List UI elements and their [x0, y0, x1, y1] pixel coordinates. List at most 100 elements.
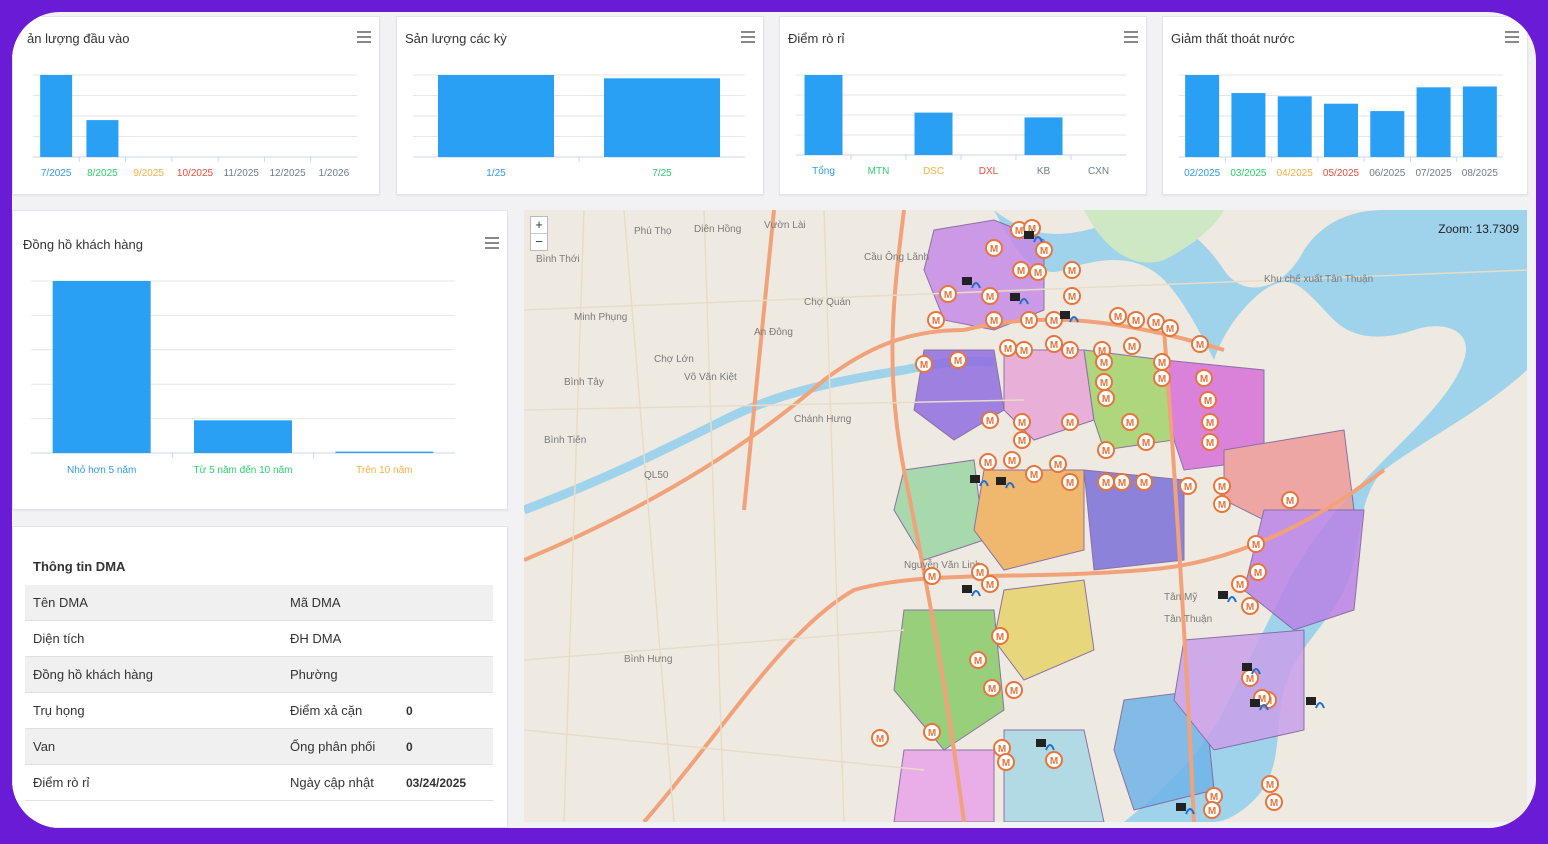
meter-marker-icon[interactable]: M	[1179, 477, 1197, 495]
meter-marker-icon[interactable]: M	[1123, 337, 1141, 355]
meter-marker-icon[interactable]: M	[1261, 775, 1279, 793]
meter-marker-icon[interactable]: M	[1249, 563, 1267, 581]
chart-bar[interactable]	[604, 78, 720, 157]
hamburger-menu-icon[interactable]	[741, 31, 755, 43]
meter-marker-icon[interactable]: M	[1199, 391, 1217, 409]
meter-marker-icon[interactable]: M	[1213, 477, 1231, 495]
meter-marker-icon[interactable]: M	[1013, 431, 1031, 449]
chart-bar[interactable]	[804, 75, 843, 155]
meter-marker-icon[interactable]: M	[1063, 261, 1081, 279]
meter-marker-icon[interactable]: M	[1003, 451, 1021, 469]
meter-marker-icon[interactable]: M	[979, 453, 997, 471]
meter-marker-icon[interactable]: M	[1109, 307, 1127, 325]
meter-marker-icon[interactable]: M	[1265, 793, 1283, 811]
chart-bar[interactable]	[40, 75, 73, 157]
chart-bar[interactable]	[1277, 96, 1312, 157]
meter-marker-icon[interactable]: M	[1061, 413, 1079, 431]
meter-marker-icon[interactable]: M	[1005, 681, 1023, 699]
meter-marker-icon[interactable]: M	[1045, 311, 1063, 329]
meter-marker-icon[interactable]: M	[1231, 575, 1249, 593]
meter-marker-icon[interactable]: M	[1137, 433, 1155, 451]
hamburger-menu-icon[interactable]	[357, 31, 371, 43]
meter-marker-icon[interactable]: M	[1061, 341, 1079, 359]
meter-marker-icon[interactable]: M	[1035, 241, 1053, 259]
meter-marker-icon[interactable]: M	[991, 627, 1009, 645]
meter-marker-icon[interactable]: M	[1161, 319, 1179, 337]
meter-marker-icon[interactable]: M	[999, 339, 1017, 357]
meter-marker-icon[interactable]: M	[1095, 353, 1113, 371]
meter-marker-icon[interactable]: M	[1241, 669, 1259, 687]
meter-marker-icon[interactable]: M	[1201, 433, 1219, 451]
zoom-in-button[interactable]: +	[531, 217, 547, 234]
meter-marker-icon[interactable]: M	[997, 753, 1015, 771]
meter-marker-icon[interactable]: M	[1195, 369, 1213, 387]
meter-marker-icon[interactable]: M	[923, 567, 941, 585]
meter-marker-icon[interactable]: M	[1097, 441, 1115, 459]
zoom-out-button[interactable]: −	[531, 234, 547, 250]
meter-marker-icon[interactable]: M	[1025, 465, 1043, 483]
pump-station-icon[interactable]	[1218, 591, 1237, 603]
chart-bar[interactable]	[1231, 93, 1266, 157]
meter-marker-icon[interactable]: M	[969, 651, 987, 669]
meter-marker-icon[interactable]: M	[1029, 263, 1047, 281]
chart-bar[interactable]	[914, 112, 953, 155]
chart-bar[interactable]	[52, 281, 151, 453]
chart-bar[interactable]	[1024, 117, 1063, 155]
chart-bar[interactable]	[194, 420, 292, 453]
meter-marker-icon[interactable]: M	[1061, 473, 1079, 491]
meter-marker-icon[interactable]: M	[1045, 335, 1063, 353]
meter-marker-icon[interactable]: M	[981, 575, 999, 593]
meter-marker-icon[interactable]: M	[1049, 455, 1067, 473]
meter-marker-icon[interactable]: M	[983, 679, 1001, 697]
meter-marker-icon[interactable]: M	[1020, 311, 1038, 329]
meter-marker-icon[interactable]: M	[1113, 473, 1131, 491]
dma-zones[interactable]	[893, 219, 1365, 822]
meter-marker-icon[interactable]: M	[1241, 597, 1259, 615]
pump-station-icon[interactable]	[1306, 697, 1325, 709]
chart-bar[interactable]	[1185, 75, 1220, 157]
meter-marker-icon[interactable]: M	[1153, 353, 1171, 371]
meter-marker-icon[interactable]: M	[1247, 535, 1265, 553]
hamburger-menu-icon[interactable]	[485, 237, 499, 249]
meter-marker-icon[interactable]: M	[1095, 373, 1113, 391]
meter-marker-icon[interactable]: M	[923, 723, 941, 741]
meter-marker-icon[interactable]: M	[1281, 491, 1299, 509]
meter-marker-icon[interactable]: M	[981, 287, 999, 305]
meter-marker-icon[interactable]: M	[1045, 751, 1063, 769]
chart-bar[interactable]	[1462, 86, 1497, 157]
pump-station-icon[interactable]	[962, 585, 981, 597]
meter-marker-icon[interactable]: M	[1063, 287, 1081, 305]
meter-marker-icon[interactable]: M	[949, 351, 967, 369]
meter-marker-icon[interactable]: M	[1203, 801, 1221, 819]
hamburger-menu-icon[interactable]	[1505, 31, 1519, 43]
meter-marker-icon[interactable]: M	[871, 729, 889, 747]
dma-map[interactable]: Phú Thọ Diên Hồng Vườn Lài Bình Thới Cầu Ông…	[524, 210, 1527, 822]
meter-marker-icon[interactable]: M	[1201, 413, 1219, 431]
chart-bar[interactable]	[438, 75, 554, 157]
meter-marker-icon[interactable]: M	[1191, 335, 1209, 353]
x-tick-label: 12/2025	[269, 168, 306, 179]
chart-bar[interactable]	[86, 120, 119, 157]
meter-marker-icon[interactable]: M	[985, 239, 1003, 257]
meter-marker-icon[interactable]: M	[1121, 413, 1139, 431]
meter-marker-icon[interactable]: M	[1127, 311, 1145, 329]
meter-marker-icon[interactable]: M	[1213, 495, 1231, 513]
meter-marker-icon[interactable]: M	[1015, 341, 1033, 359]
meter-marker-icon[interactable]: M	[915, 355, 933, 373]
map-canvas[interactable]: Phú Thọ Diên Hồng Vườn Lài Bình Thới Cầu Ông…	[524, 210, 1527, 822]
meter-marker-icon[interactable]: M	[927, 311, 945, 329]
chart-bar[interactable]	[335, 451, 434, 453]
chart-bar[interactable]	[1324, 103, 1358, 157]
meter-marker-icon[interactable]: M	[1097, 389, 1115, 407]
meter-marker-icon[interactable]: M	[939, 285, 957, 303]
chart-bar[interactable]	[1370, 111, 1405, 157]
meter-marker-icon[interactable]: M	[981, 411, 999, 429]
meter-marker-icon[interactable]: M	[985, 311, 1003, 329]
hamburger-menu-icon[interactable]	[1124, 31, 1138, 43]
meter-marker-icon[interactable]: M	[1153, 369, 1171, 387]
meter-marker-icon[interactable]: M	[1097, 473, 1115, 491]
meter-marker-icon[interactable]: M	[1012, 261, 1030, 279]
meter-marker-icon[interactable]: M	[1135, 473, 1153, 491]
meter-marker-icon[interactable]: M	[1013, 413, 1031, 431]
chart-bar[interactable]	[1416, 87, 1451, 157]
